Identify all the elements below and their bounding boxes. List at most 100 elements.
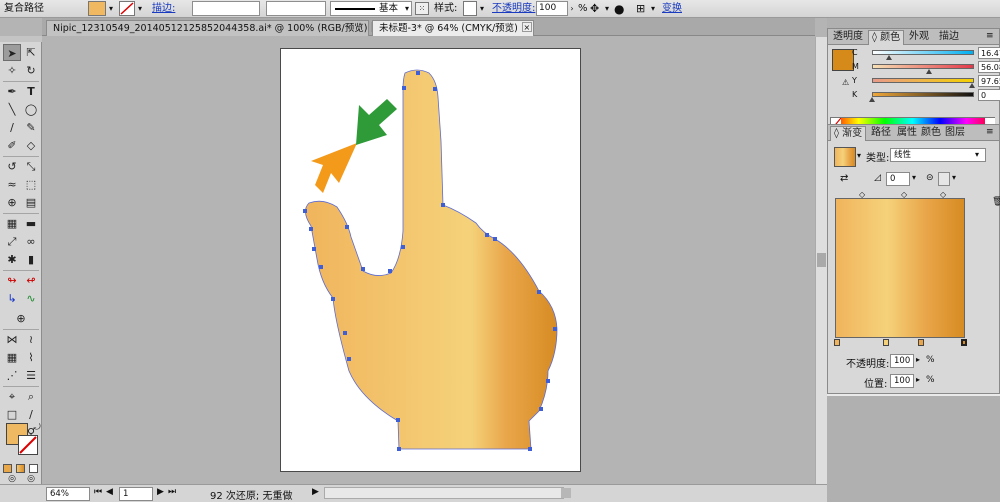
aspect-dropdown-icon[interactable]: ▾ xyxy=(952,173,956,182)
warp-tool-icon[interactable]: ≈ xyxy=(3,176,21,193)
tab-gradient[interactable]: ◊ 渐变 xyxy=(830,126,867,141)
opacity-arrow-icon[interactable]: ▸ xyxy=(916,355,920,364)
recolor-icon[interactable]: ✥ xyxy=(590,2,599,16)
lasso-tool-icon[interactable]: ↻ xyxy=(22,62,40,79)
stroke-dropdown-icon[interactable]: ▾ xyxy=(135,1,145,16)
shape-builder-tool-icon[interactable]: ⊕ xyxy=(3,194,21,211)
fill-dropdown-icon[interactable]: ▾ xyxy=(106,1,116,16)
eraser-tool-icon[interactable]: ◇ xyxy=(22,137,40,154)
rotate-tool-icon[interactable]: ↺ xyxy=(3,158,21,175)
gradient-stop[interactable] xyxy=(834,339,840,346)
vertical-scrollbar[interactable] xyxy=(815,37,827,484)
tab-pathfinder[interactable]: 路径 xyxy=(868,126,894,141)
slider-track[interactable] xyxy=(872,78,974,83)
transform-link[interactable]: 变换 xyxy=(662,2,682,16)
hand-shape[interactable] xyxy=(305,69,558,450)
direct-selection-tool-icon[interactable]: ⇱ xyxy=(22,44,40,61)
line-tool-icon[interactable]: ╲ xyxy=(3,101,21,118)
align-grid-icon[interactable]: ⊞ xyxy=(636,2,645,16)
aspect-ratio-field[interactable] xyxy=(938,172,950,186)
status-menu-arrow-icon[interactable]: ▶ xyxy=(312,487,319,497)
scale-tool-icon[interactable]: ⤡ xyxy=(22,158,40,175)
width-tool-red-icon[interactable]: ↬ xyxy=(3,272,21,289)
stroke-swatch[interactable] xyxy=(119,1,135,16)
live-paint-tool-icon[interactable]: ▤ xyxy=(22,194,40,211)
stroke-color-box[interactable] xyxy=(18,435,38,455)
slider-value-field[interactable]: 56.08 xyxy=(978,61,1000,73)
draw-normal-icon[interactable]: ◎ xyxy=(3,474,21,484)
crystallize-tool-icon[interactable]: ☰ xyxy=(22,367,40,384)
gradient-tool-icon[interactable]: ▬ xyxy=(22,215,40,232)
slider-value-field[interactable]: 0 xyxy=(978,89,1000,101)
globe-icon[interactable]: ● xyxy=(614,2,624,16)
bloat-tool-icon[interactable]: ⌇ xyxy=(22,349,40,366)
free-transform-tool-icon[interactable]: ⬚ xyxy=(22,176,40,193)
close-icon[interactable]: × xyxy=(521,22,532,32)
gradient-preview-bar[interactable] xyxy=(835,198,965,338)
slider-thumb[interactable] xyxy=(885,55,892,60)
measure-tool-icon[interactable]: ⌕ xyxy=(22,388,40,405)
horizontal-scrollbar[interactable] xyxy=(324,487,571,499)
slider-thumb[interactable] xyxy=(968,83,975,88)
stop-position-field[interactable]: 100 xyxy=(890,374,914,388)
color-mode-icon[interactable] xyxy=(3,464,12,473)
eyedropper-tool-icon[interactable]: ⤢ xyxy=(3,233,21,250)
tab-color-2[interactable]: 颜色 xyxy=(918,126,944,141)
first-page-icon[interactable]: ⏮ xyxy=(94,487,102,497)
artboard-tool-icon[interactable]: □ xyxy=(3,406,21,423)
stroke-weight-link[interactable]: 描边: xyxy=(152,2,175,16)
gradient-thumbnail-dropdown-icon[interactable]: ▾ xyxy=(857,151,861,160)
variable-width-field[interactable] xyxy=(266,1,326,16)
type-tool-icon[interactable]: T xyxy=(22,83,40,100)
brush-definition[interactable]: 基本 xyxy=(330,1,412,16)
pencil-tool-icon[interactable]: ✎ xyxy=(22,119,40,136)
mesh-tool-icon[interactable]: ▦ xyxy=(3,349,21,366)
pen-tool-icon[interactable]: ✒ xyxy=(3,83,21,100)
angle-dropdown-icon[interactable]: ▾ xyxy=(912,173,916,182)
scrollbar-thumb[interactable] xyxy=(817,253,826,267)
scrollbar-thumb[interactable] xyxy=(561,488,571,498)
slider-value-field[interactable]: 16.47 xyxy=(978,47,1000,59)
selection-tool-icon[interactable]: ➤ xyxy=(3,44,21,61)
reverse-gradient-icon[interactable]: ⇄ xyxy=(840,173,848,184)
tab-attributes[interactable]: 属性 xyxy=(894,126,920,141)
last-page-icon[interactable]: ⏭ xyxy=(168,487,176,497)
stop-opacity-field[interactable]: 100 xyxy=(890,354,914,368)
symbol-sprayer-tool-icon[interactable]: ✱ xyxy=(3,251,21,268)
zoom-field[interactable]: 64% xyxy=(46,487,90,501)
panel-menu-icon[interactable]: ≡ xyxy=(986,31,994,41)
blend-tool-icon[interactable]: ∞ xyxy=(22,233,40,250)
orange-arrow-icon[interactable] xyxy=(311,143,357,193)
delete-stop-icon[interactable]: 🗑 xyxy=(992,197,1000,207)
opacity-field[interactable]: 100 xyxy=(536,1,568,16)
gamut-warning-icon[interactable]: ⚠ xyxy=(842,79,850,87)
opacity-link[interactable]: 不透明度: xyxy=(492,2,535,16)
gradient-type-select[interactable]: 线性 ▾ xyxy=(890,148,986,162)
gradient-thumbnail[interactable] xyxy=(834,147,856,167)
twirl-tool-icon[interactable]: ≀ xyxy=(22,331,40,348)
tab-document-2[interactable]: 未标题-3* @ 64% (CMYK/预览) × xyxy=(372,20,534,36)
wave-tool-green-icon[interactable]: ∿ xyxy=(22,290,40,307)
wrinkle-tool-icon[interactable]: ⋰ xyxy=(3,367,21,384)
panel-menu-icon[interactable]: ≡ xyxy=(986,127,994,137)
align-dropdown-icon[interactable]: ▾ xyxy=(648,1,658,16)
slice-tool-icon[interactable]: ⌖ xyxy=(3,388,21,405)
brush-options-icon[interactable]: ⁙ xyxy=(415,2,429,15)
tools-grip[interactable] xyxy=(0,36,42,42)
hand-illustration[interactable] xyxy=(281,49,582,473)
style-dropdown-icon[interactable]: ▾ xyxy=(477,1,487,16)
fill-color-swatch[interactable] xyxy=(832,49,854,71)
tab-document-1[interactable]: Nipic_12310549_20140512125852044358.ai* … xyxy=(46,20,382,36)
artboard[interactable] xyxy=(280,48,581,472)
green-arrow-icon[interactable] xyxy=(356,99,397,145)
slider-thumb[interactable] xyxy=(926,69,933,74)
draw-mode-icon[interactable]: ◎ xyxy=(22,474,40,484)
position-arrow-icon[interactable]: ▸ xyxy=(916,375,920,384)
page-field[interactable]: 1 xyxy=(119,487,153,501)
none-mode-icon[interactable] xyxy=(29,464,38,473)
blob-brush-tool-icon[interactable]: ✐ xyxy=(3,137,21,154)
ellipse-tool-icon[interactable]: ◯ xyxy=(22,101,40,118)
paintbrush-tool-icon[interactable]: ∕ xyxy=(3,119,21,136)
envelope-tool-icon[interactable]: ⋈ xyxy=(3,331,21,348)
slider-value-field[interactable]: 97.65 xyxy=(978,75,1000,87)
